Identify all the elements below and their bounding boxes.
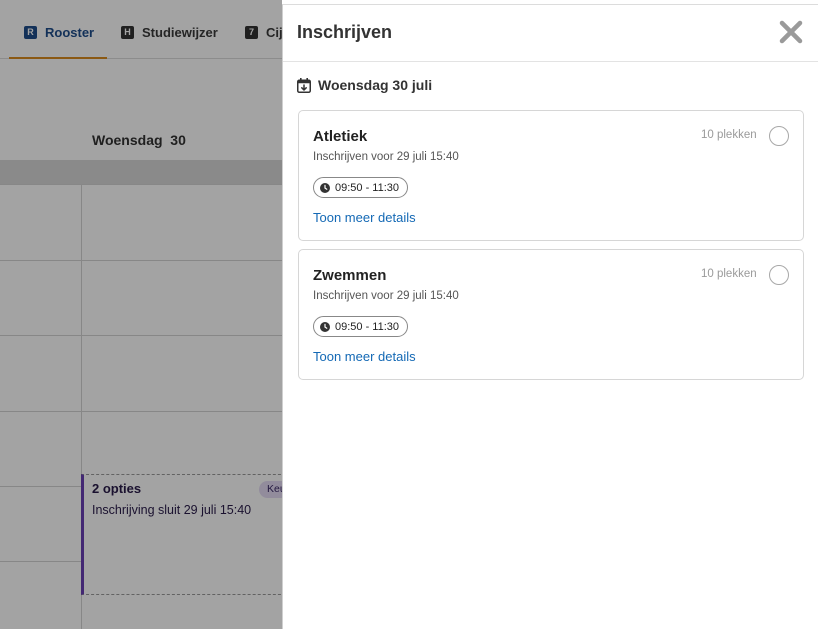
option-deadline: Inschrijven voor 29 juli 15:40 — [313, 151, 459, 163]
option-deadline: Inschrijven voor 29 juli 15:40 — [313, 290, 459, 302]
option-radio[interactable] — [769, 265, 789, 285]
clock-icon — [320, 182, 330, 193]
details-link[interactable]: Toon meer details — [313, 210, 416, 225]
option-places: 10 plekken — [701, 129, 757, 141]
close-icon — [779, 20, 803, 44]
option-card-atletiek[interactable]: Atletiek 10 plekken Inschrijven voor 29 … — [298, 110, 804, 241]
panel-date: Woensdag 30 juli — [318, 77, 433, 93]
close-button[interactable] — [778, 19, 804, 45]
option-places: 10 plekken — [701, 268, 757, 280]
option-radio[interactable] — [769, 126, 789, 146]
option-time-pill: 09:50 - 11:30 — [313, 177, 409, 198]
calendar-download-icon — [297, 77, 311, 93]
option-card-zwemmen[interactable]: Zwemmen 10 plekken Inschrijven voor 29 j… — [298, 249, 804, 380]
date-row: Woensdag 30 juli — [297, 77, 432, 93]
clock-icon — [320, 321, 330, 332]
inschrijven-panel: Inschrijven Woensdag 30 juli Atletiek 10… — [282, 4, 818, 629]
modal-overlay[interactable] — [0, 0, 282, 629]
details-link[interactable]: Toon meer details — [313, 349, 416, 364]
option-time-pill: 09:50 - 11:30 — [313, 316, 409, 337]
option-time: 09:50 - 11:30 — [335, 181, 400, 194]
option-title: Zwemmen — [313, 267, 387, 284]
panel-title: Inschrijven — [297, 22, 393, 42]
panel-header: Inschrijven — [283, 5, 818, 62]
option-title: Atletiek — [313, 128, 368, 145]
option-time: 09:50 - 11:30 — [335, 320, 400, 333]
